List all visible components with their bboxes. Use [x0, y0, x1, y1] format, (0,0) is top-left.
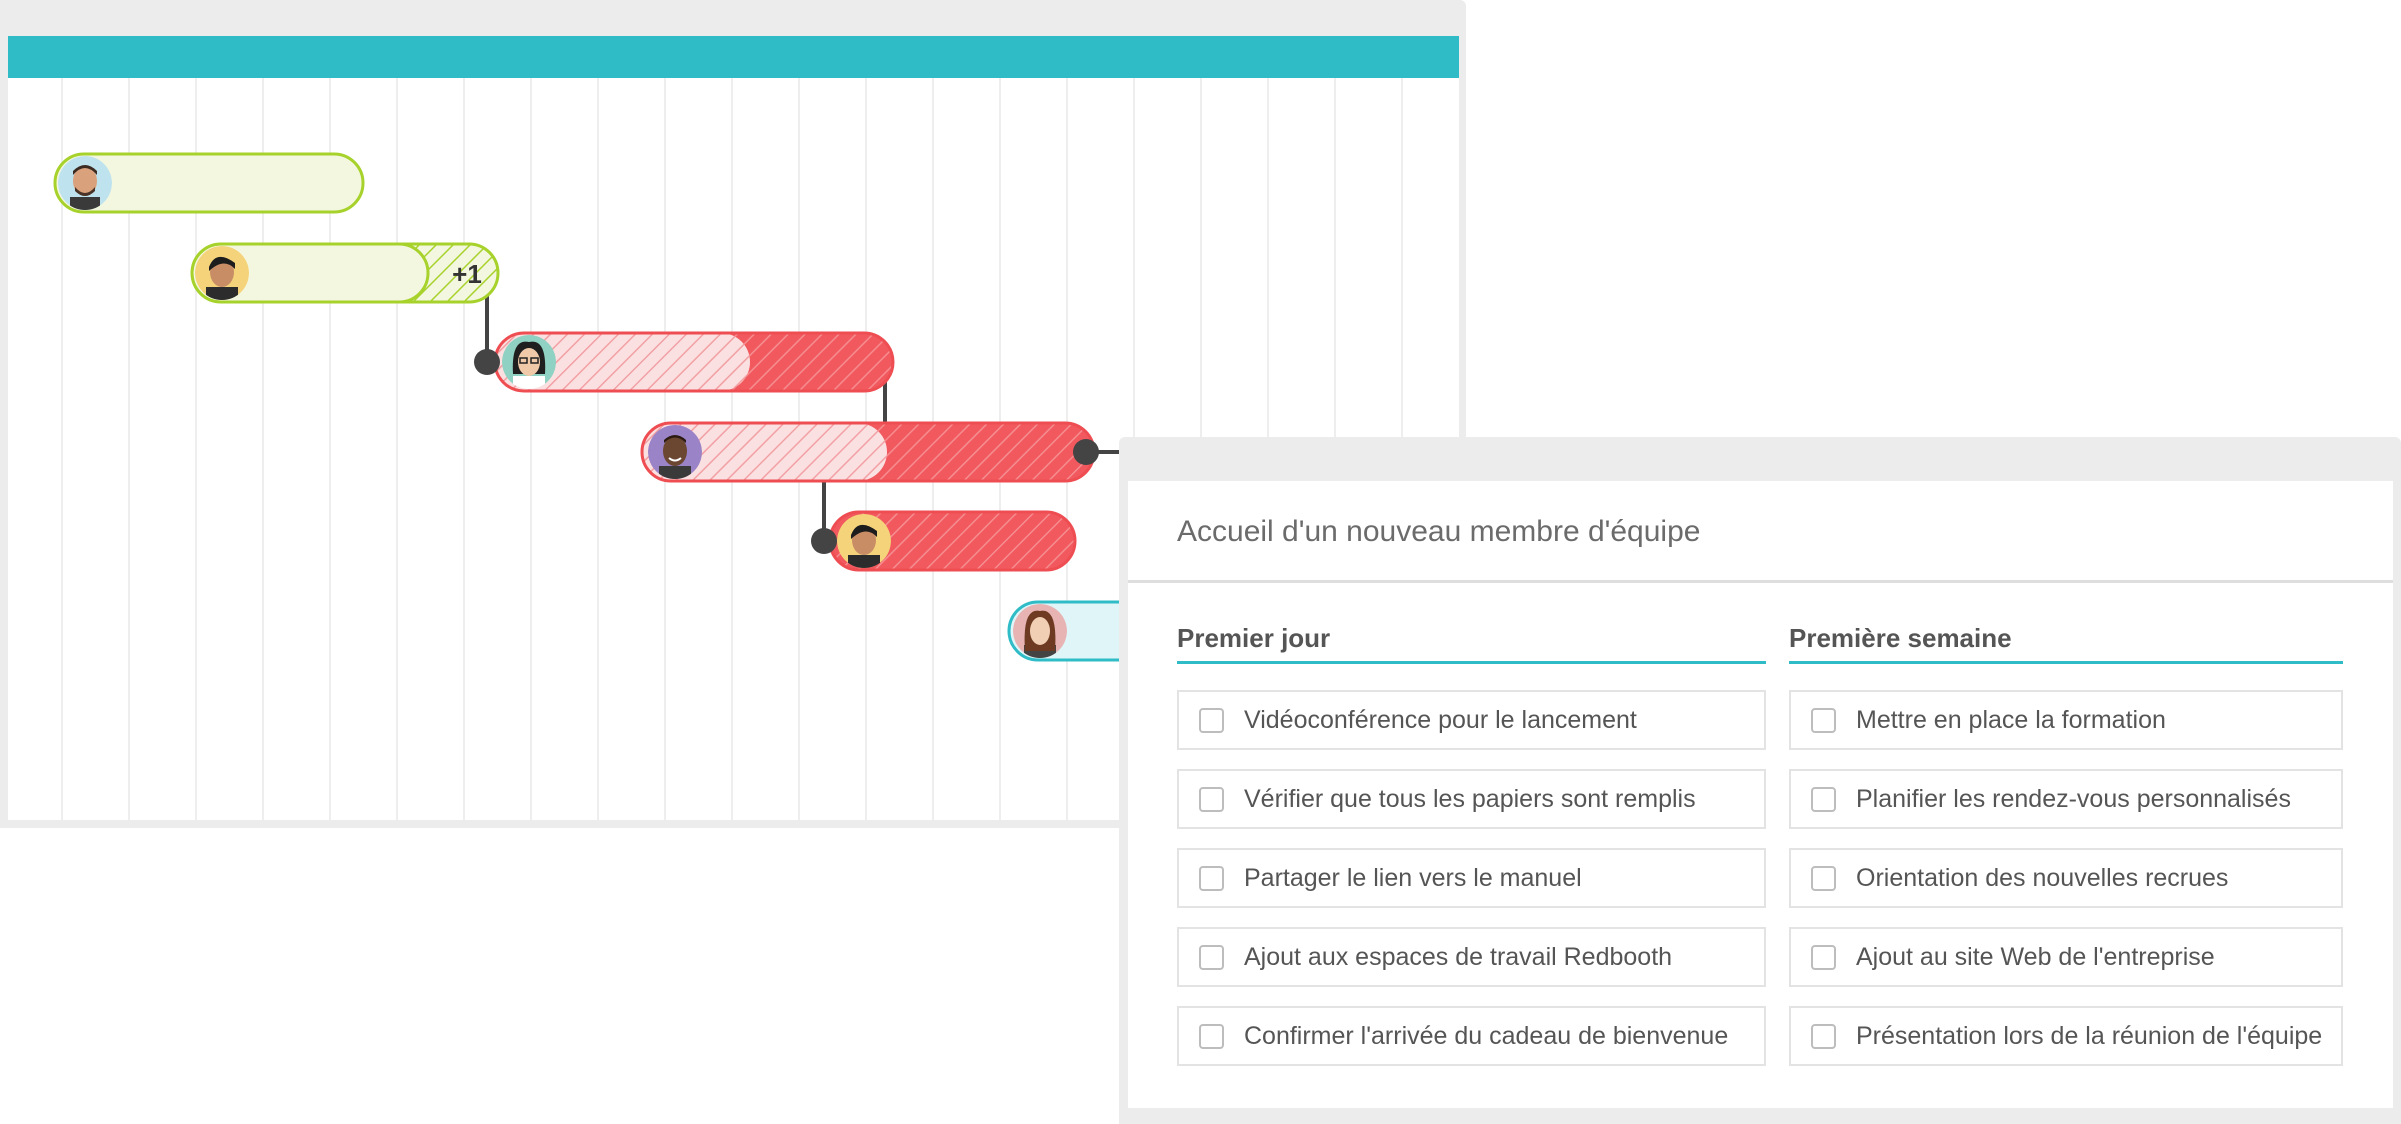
task-label: Ajout au site Web de l'entreprise [1856, 942, 2215, 971]
task-label: Ajout aux espaces de travail Redbooth [1244, 942, 1673, 971]
task-item[interactable]: Orientation des nouvelles recrues [1789, 848, 2343, 908]
column-heading: Première semaine [1789, 623, 2012, 653]
task-label: Planifier les rendez-vous personnalisés [1856, 784, 2291, 813]
task-item[interactable]: Mettre en place la formation [1789, 690, 2343, 750]
task-label: Mettre en place la formation [1856, 705, 2166, 734]
column-underline [1177, 661, 1766, 664]
task-checkbox[interactable] [1199, 865, 1224, 891]
task-checkbox[interactable] [1811, 707, 1836, 733]
gantt-bar-task-4[interactable] [640, 421, 1099, 483]
task-item[interactable]: Vidéoconférence pour le lancement [1177, 690, 1766, 750]
gantt-header-bar [8, 36, 1459, 78]
task-item[interactable]: Confirmer l'arrivée du cadeau de bienven… [1177, 1006, 1766, 1066]
dependency-anchor[interactable] [1073, 439, 1099, 465]
task-checkbox[interactable] [1199, 707, 1224, 733]
task-item[interactable]: Ajout au site Web de l'entreprise [1789, 927, 2343, 987]
task-checkbox[interactable] [1811, 786, 1836, 812]
task-list: Mettre en place la formation Planifier l… [1789, 690, 2343, 1066]
task-label: Confirmer l'arrivée du cadeau de bienven… [1244, 1021, 1729, 1050]
task-checkbox[interactable] [1811, 865, 1836, 891]
checklist-panel: Accueil d'un nouveau membre d'équipe Pre… [1128, 481, 2393, 1108]
gantt-bar-task-2[interactable]: +1 [190, 242, 500, 304]
task-label: Vérifier que tous les papiers sont rempl… [1244, 784, 1696, 813]
dependency-anchor[interactable] [474, 349, 500, 375]
title-divider [1128, 580, 2393, 583]
assignee-count-badge: +1 [452, 259, 482, 289]
task-checkbox[interactable] [1811, 1023, 1836, 1049]
task-label: Orientation des nouvelles recrues [1856, 863, 2229, 892]
task-checkbox[interactable] [1199, 786, 1224, 812]
checklist-window: Accueil d'un nouveau membre d'équipe Pre… [1119, 437, 2401, 1124]
task-item[interactable]: Planifier les rendez-vous personnalisés [1789, 769, 2343, 829]
checklist-title: Accueil d'un nouveau membre d'équipe [1177, 515, 1701, 548]
task-item[interactable]: Vérifier que tous les papiers sont rempl… [1177, 769, 1766, 829]
task-item[interactable]: Ajout aux espaces de travail Redbooth [1177, 927, 1766, 987]
checklist-column-premiere-semaine: Première semaine Mettre en place la form… [1789, 623, 2343, 1085]
dependency-anchor[interactable] [811, 528, 837, 554]
gantt-bar-task-1[interactable] [53, 152, 365, 214]
task-label: Partager le lien vers le manuel [1244, 863, 1582, 892]
task-label: Vidéoconférence pour le lancement [1244, 705, 1637, 734]
task-checkbox[interactable] [1811, 944, 1836, 970]
task-checkbox[interactable] [1199, 944, 1224, 970]
task-list: Vidéoconférence pour le lancement Vérifi… [1177, 690, 1766, 1066]
column-underline [1789, 661, 2343, 664]
task-item[interactable]: Présentation lors de la réunion de l'équ… [1789, 1006, 2343, 1066]
task-checkbox[interactable] [1199, 1023, 1224, 1049]
dependency-lines [485, 273, 1120, 541]
checklist-column-premier-jour: Premier jour Vidéoconférence pour le lan… [1177, 623, 1766, 1085]
task-item[interactable]: Partager le lien vers le manuel [1177, 848, 1766, 908]
column-heading: Premier jour [1177, 623, 1331, 653]
gantt-bar-task-5[interactable] [811, 510, 1077, 572]
task-label: Présentation lors de la réunion de l'équ… [1856, 1021, 2323, 1050]
gantt-bar-task-3[interactable] [474, 331, 895, 393]
